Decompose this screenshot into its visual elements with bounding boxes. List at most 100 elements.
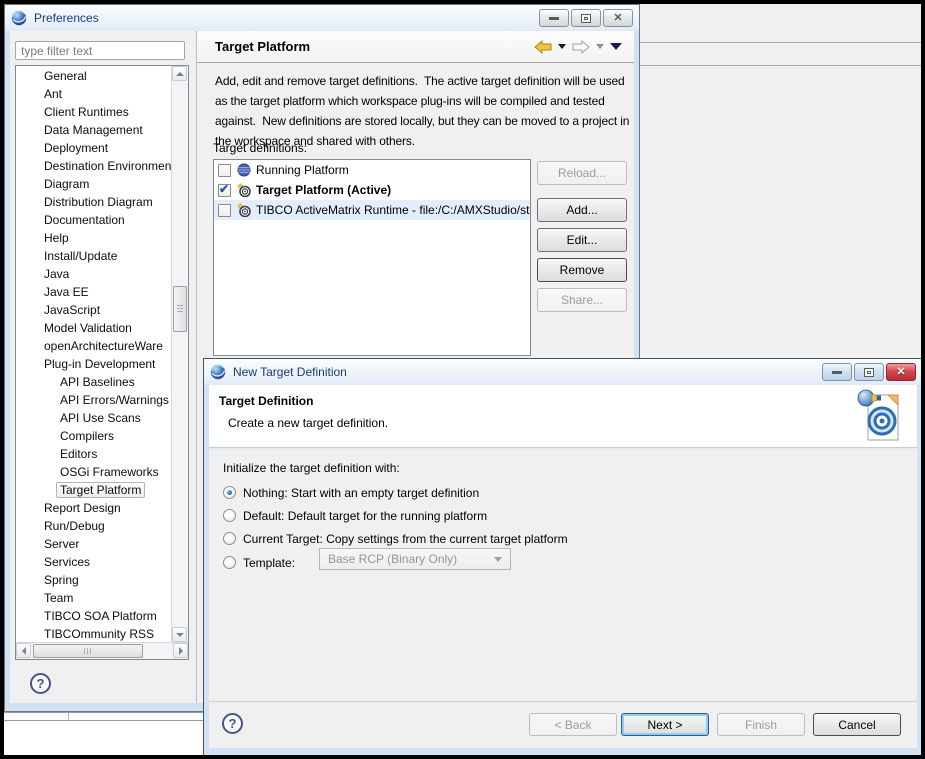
tree-item[interactable]: Compilers bbox=[16, 427, 171, 445]
window-controls: ✕ bbox=[539, 9, 633, 27]
tree-item[interactable]: API Errors/Warnings bbox=[16, 391, 171, 409]
preferences-tree: General Ant Client Runtimes Data Managem… bbox=[15, 65, 189, 660]
tree-item[interactable]: TIBCOmmunity RSS bbox=[16, 625, 171, 643]
target-row[interactable]: Running Platform bbox=[214, 160, 530, 180]
back-history-dropdown-icon[interactable] bbox=[558, 44, 566, 49]
tree-item[interactable]: Java EE bbox=[16, 283, 171, 301]
tree-item[interactable]: Run/Debug bbox=[16, 517, 171, 535]
tree-item[interactable]: Documentation bbox=[16, 211, 171, 229]
tree-item-selected[interactable]: Target Platform bbox=[16, 481, 171, 499]
tree-item[interactable]: TIBCO SOA Platform bbox=[16, 607, 171, 625]
tree-item[interactable]: API Baselines bbox=[16, 373, 171, 391]
target-checkbox[interactable] bbox=[218, 163, 231, 177]
scrollbar-thumb[interactable] bbox=[33, 644, 143, 658]
tree-item-label: Target Platform bbox=[56, 482, 146, 498]
minimize-button[interactable] bbox=[539, 9, 569, 27]
minimize-button[interactable] bbox=[822, 363, 852, 381]
tree-item[interactable]: Model Validation bbox=[16, 319, 171, 337]
window-title: Preferences bbox=[34, 11, 99, 25]
finish-button: Finish bbox=[717, 713, 805, 736]
tree-item[interactable]: API Use Scans bbox=[16, 409, 171, 427]
tree-item[interactable]: General bbox=[16, 67, 171, 85]
close-icon: ✕ bbox=[613, 11, 623, 24]
wizard-content: Target Definition Create a new target de… bbox=[209, 385, 917, 748]
scroll-up-icon[interactable] bbox=[172, 66, 187, 81]
tree-item[interactable]: Plug-in Development bbox=[16, 355, 171, 373]
scroll-left-icon[interactable] bbox=[16, 643, 31, 658]
scroll-down-icon[interactable] bbox=[172, 627, 187, 642]
reload-button: Reload... bbox=[537, 161, 627, 185]
close-icon: ✕ bbox=[896, 365, 906, 378]
tree-item[interactable]: Help bbox=[16, 229, 171, 247]
maximize-button[interactable] bbox=[854, 363, 884, 381]
close-button[interactable]: ✕ bbox=[886, 363, 916, 381]
radio-button[interactable] bbox=[223, 556, 236, 569]
tree-item[interactable]: Destination Environmen bbox=[16, 157, 171, 175]
tree-item[interactable]: Report Design bbox=[16, 499, 171, 517]
radio-label: Default: Default target for the running … bbox=[243, 508, 488, 523]
wizard-header: Target Definition Create a new target de… bbox=[209, 385, 917, 448]
tree-item[interactable]: Install/Update bbox=[16, 247, 171, 265]
radio-option-nothing[interactable]: Nothing: Start with an empty target defi… bbox=[223, 485, 479, 500]
radio-option-current-target[interactable]: Current Target: Copy settings from the c… bbox=[223, 531, 568, 546]
remove-button[interactable]: Remove bbox=[537, 258, 627, 282]
tree-vertical-scrollbar[interactable] bbox=[171, 66, 188, 642]
maximize-icon bbox=[864, 367, 874, 377]
scroll-right-icon[interactable] bbox=[173, 643, 188, 658]
close-button[interactable]: ✕ bbox=[603, 9, 633, 27]
target-row[interactable]: ✔ Target Platform (Active) bbox=[214, 180, 530, 200]
scrollbar-thumb[interactable] bbox=[173, 286, 187, 332]
tree-item[interactable]: Editors bbox=[16, 445, 171, 463]
back-button[interactable] bbox=[534, 39, 552, 54]
forward-arrow-icon bbox=[572, 39, 590, 54]
maximize-button[interactable] bbox=[571, 9, 601, 27]
page-navigation bbox=[534, 39, 622, 54]
tree-item[interactable]: Diagram bbox=[16, 175, 171, 193]
edit-button[interactable]: Edit... bbox=[537, 228, 627, 252]
tree-item[interactable]: JavaScript bbox=[16, 301, 171, 319]
tree-item[interactable]: Spring bbox=[16, 571, 171, 589]
new-target-definition-window: New Target Definition ✕ Target Definitio… bbox=[203, 358, 921, 755]
view-menu-icon[interactable] bbox=[610, 43, 622, 50]
tree-item[interactable]: Java bbox=[16, 265, 171, 283]
radio-option-default[interactable]: Default: Default target for the running … bbox=[223, 508, 487, 523]
radio-label: Nothing: Start with an empty target defi… bbox=[243, 485, 480, 500]
target-definition-icon bbox=[237, 183, 251, 197]
filter-input[interactable] bbox=[15, 41, 185, 60]
tree-item[interactable]: Data Management bbox=[16, 121, 171, 139]
help-button[interactable]: ? bbox=[30, 673, 51, 694]
minimize-icon bbox=[549, 16, 559, 20]
desktop: Preferences ✕ General Ant Client Runtime… bbox=[4, 4, 921, 755]
eclipse-logo-icon bbox=[11, 10, 27, 26]
tree-item[interactable]: OSGi Frameworks bbox=[16, 463, 171, 481]
target-row-selected[interactable]: TIBCO ActiveMatrix Runtime - file:/C:/AM… bbox=[214, 200, 530, 220]
radio-button-selected[interactable] bbox=[223, 486, 236, 499]
radio-option-template[interactable]: Template: bbox=[223, 555, 295, 570]
page-description: Add, edit and remove target definitions.… bbox=[215, 74, 633, 148]
tree-item[interactable]: Client Runtimes bbox=[16, 103, 171, 121]
target-checkbox[interactable] bbox=[218, 203, 231, 217]
radio-label: Current Target: Copy settings from the c… bbox=[243, 531, 568, 546]
tree-item[interactable]: Server bbox=[16, 535, 171, 553]
tree-item[interactable]: openArchitectureWare bbox=[16, 337, 171, 355]
radio-button[interactable] bbox=[223, 532, 236, 545]
preferences-titlebar[interactable]: Preferences ✕ bbox=[5, 5, 639, 31]
wizard-titlebar[interactable]: New Target Definition ✕ bbox=[204, 359, 921, 385]
tree-item[interactable]: Team bbox=[16, 589, 171, 607]
tree-item[interactable]: Deployment bbox=[16, 139, 171, 157]
workbench-divider bbox=[635, 42, 921, 43]
maximize-icon bbox=[581, 13, 591, 23]
target-checkbox-checked[interactable]: ✔ bbox=[218, 182, 231, 197]
cancel-button[interactable]: Cancel bbox=[813, 713, 901, 736]
tree-item[interactable]: Services bbox=[16, 553, 171, 571]
tree-item[interactable]: Distribution Diagram bbox=[16, 193, 171, 211]
help-button[interactable]: ? bbox=[222, 713, 243, 734]
page-title: Target Platform bbox=[215, 39, 311, 54]
back-button: < Back bbox=[529, 713, 617, 736]
next-button[interactable]: Next > bbox=[621, 713, 709, 736]
target-label: Running Platform bbox=[256, 163, 349, 177]
tree-item[interactable]: Ant bbox=[16, 85, 171, 103]
tree-horizontal-scrollbar[interactable] bbox=[16, 642, 188, 659]
radio-button[interactable] bbox=[223, 509, 236, 522]
add-button[interactable]: Add... bbox=[537, 198, 627, 222]
